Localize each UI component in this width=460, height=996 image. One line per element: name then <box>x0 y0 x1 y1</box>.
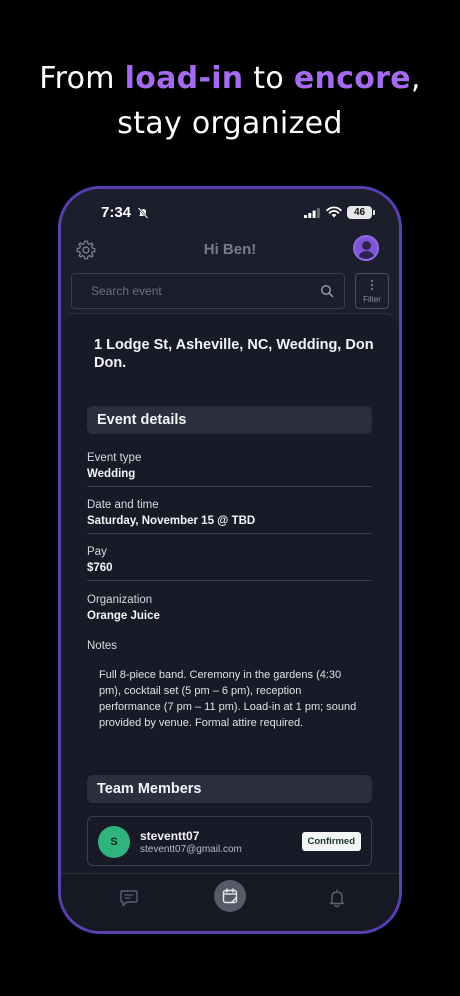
headline-text: From <box>39 61 125 96</box>
bell-off-icon <box>137 207 149 219</box>
greeting-title: Hi Ben! <box>203 241 257 258</box>
avatar-body <box>358 251 375 259</box>
team-member-card[interactable]: S steventt07 steventt07@gmail.com Confir… <box>87 816 372 866</box>
field-label: Notes <box>87 640 118 652</box>
search-icon[interactable] <box>320 284 334 298</box>
calendar-icon <box>222 888 238 904</box>
search-input[interactable] <box>73 275 313 307</box>
phone-frame: 7:34 46 Hi Ben! Search event Filter 1 Lo… <box>58 186 402 934</box>
calendar-tab[interactable] <box>214 880 246 912</box>
field-label: Organization <box>87 594 153 606</box>
field-label: Event type <box>87 452 142 464</box>
battery-icon: 46 <box>347 206 375 219</box>
field-date-time: Date and time Saturday, November 15 @ TB… <box>87 499 372 534</box>
headline-accent-encore: encore <box>293 61 411 96</box>
filter-label: Filter <box>363 295 381 304</box>
member-email: steventt07@gmail.com <box>140 844 242 855</box>
field-label: Date and time <box>87 499 159 511</box>
messages-icon[interactable] <box>117 886 141 910</box>
headline-text: , <box>410 61 421 96</box>
field-value: Wedding <box>87 468 136 480</box>
field-value: Saturday, November 15 @ TBD <box>87 515 256 527</box>
bell-icon[interactable] <box>325 886 349 910</box>
event-details-heading: Event details <box>87 406 372 434</box>
wifi-icon <box>326 206 342 218</box>
more-vertical-icon <box>371 280 374 292</box>
headline-line-1: From load-in to encore, <box>0 56 460 101</box>
headline-text: to <box>243 61 294 96</box>
search-bar <box>71 273 345 309</box>
event-notes: Full 8-piece band. Ceremony in the garde… <box>99 669 357 729</box>
status-bar: 7:34 46 <box>61 203 399 223</box>
bottom-tab-bar <box>61 873 399 931</box>
team-members-heading: Team Members <box>87 775 372 803</box>
field-event-type: Event type Wedding <box>87 452 372 487</box>
member-name: steventt07 <box>140 829 200 843</box>
headline-accent-load-in: load-in <box>124 61 244 96</box>
app-header: Hi Ben! <box>61 233 399 269</box>
field-label: Pay <box>87 546 107 558</box>
headline-line-2: stay organized <box>117 106 343 141</box>
status-time: 7:34 <box>101 204 132 221</box>
member-avatar: S <box>98 826 130 858</box>
field-value: $760 <box>87 562 113 574</box>
field-pay: Pay $760 <box>87 546 372 581</box>
field-notes: Notes <box>87 640 372 652</box>
signal-icon <box>304 208 320 218</box>
avatar-head <box>362 241 371 250</box>
marketing-headline: From load-in to encore, stay organized <box>0 56 460 146</box>
event-address: 1 Lodge St, Asheville, NC, Wedding, Don … <box>94 337 374 371</box>
event-detail-sheet: 1 Lodge St, Asheville, NC, Wedding, Don … <box>61 313 399 873</box>
status-badge: Confirmed <box>301 832 361 851</box>
field-value: Orange Juice <box>87 610 160 622</box>
avatar[interactable] <box>353 235 379 261</box>
app-screen: 7:34 46 Hi Ben! Search event Filter 1 Lo… <box>61 189 399 931</box>
filter-button[interactable]: Filter <box>355 273 389 309</box>
field-organization: Organization Orange Juice <box>87 594 372 622</box>
